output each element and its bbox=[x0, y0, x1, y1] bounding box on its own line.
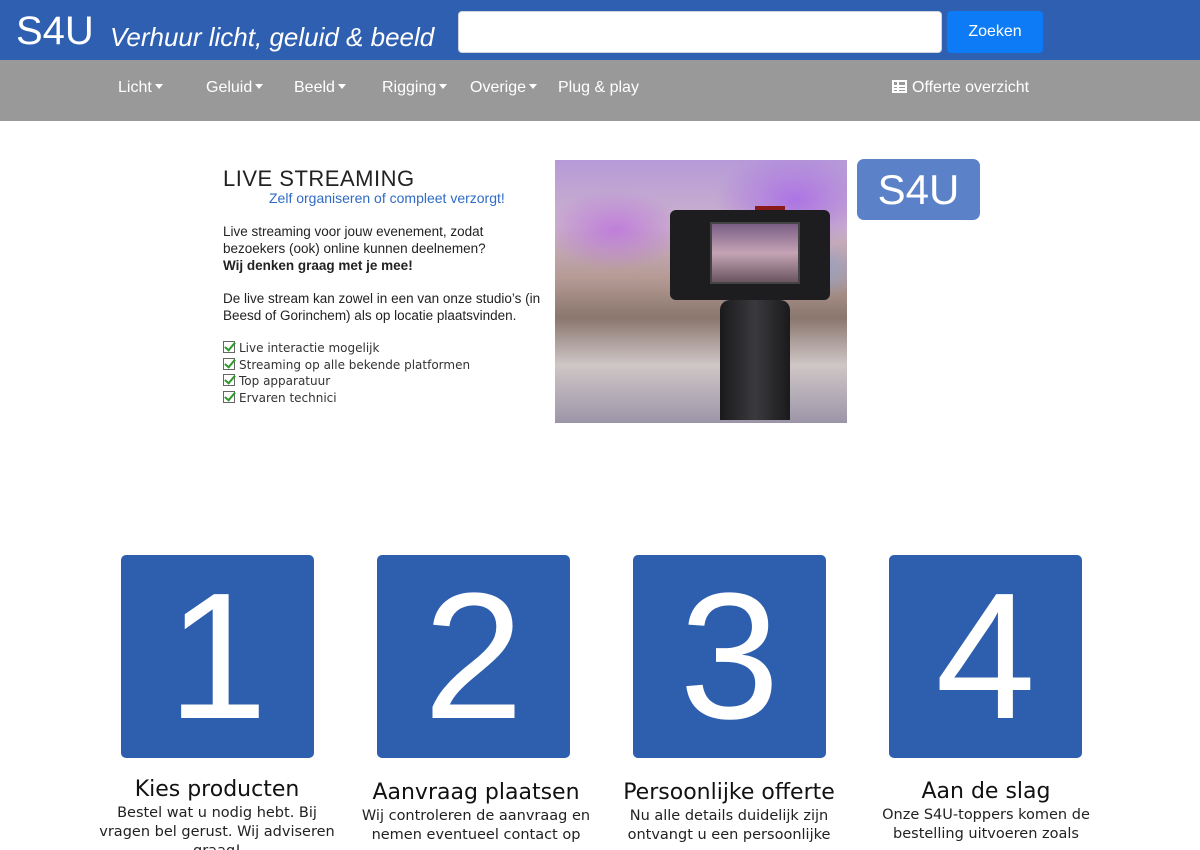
step-title-4: Aan de slag bbox=[921, 779, 1051, 804]
checkbox-checked-icon bbox=[223, 357, 235, 370]
step-desc-4: Onze S4U-toppers komen de bestelling uit… bbox=[882, 807, 1090, 842]
step-desc-3: Nu alle details duidelijk zijn ontvangt … bbox=[627, 808, 831, 843]
caret-down-icon bbox=[439, 84, 448, 89]
feature-checklist: Live interactie mogelijk Streaming op al… bbox=[223, 340, 470, 407]
caret-down-icon bbox=[154, 84, 163, 89]
list-item-label: Ervaren technici bbox=[239, 391, 337, 406]
checkbox-checked-icon bbox=[223, 374, 235, 387]
search-input[interactable] bbox=[458, 11, 942, 53]
promo-intro-text: Live streaming voor jouw evenement, zoda… bbox=[223, 224, 486, 256]
nav-item-licht[interactable]: Licht bbox=[118, 79, 163, 97]
step-number-1: 1 bbox=[121, 555, 314, 758]
nav-item-label: Plug & play bbox=[558, 79, 639, 96]
nav-item-plug-and-play[interactable]: Plug & play bbox=[558, 79, 639, 97]
step-number-4: 4 bbox=[889, 555, 1082, 758]
promo-intro: Live streaming voor jouw evenement, zoda… bbox=[223, 223, 543, 274]
camera-mount bbox=[720, 300, 790, 420]
site-tagline: Verhuur licht, geluid & beeld bbox=[110, 22, 435, 52]
main-nav: Licht Geluid Beeld Rigging Overige Plug … bbox=[0, 60, 1200, 121]
step-title-1: Kies producten bbox=[134, 777, 300, 802]
nav-item-label: Rigging bbox=[382, 79, 437, 96]
step-number-3: 3 bbox=[633, 555, 826, 758]
camera-screen bbox=[710, 222, 800, 284]
list-item: Streaming op alle bekende platformen bbox=[223, 357, 470, 374]
nav-item-geluid[interactable]: Geluid bbox=[206, 79, 264, 97]
camera-photo bbox=[555, 160, 847, 423]
site-logo[interactable]: S4U bbox=[16, 9, 94, 53]
promo-intro-strong: Wij denken graag met je mee! bbox=[223, 258, 413, 273]
list-item: Top apparatuur bbox=[223, 373, 470, 390]
list-item-label: Live interactie mogelijk bbox=[239, 341, 380, 355]
step-desc-2: Wij controleren de aanvraag en nemen eve… bbox=[361, 808, 591, 843]
list-item-label: Streaming op alle bekende platformen bbox=[239, 357, 471, 372]
step-title-3: Persoonlijke offerte bbox=[623, 780, 835, 805]
nav-item-rigging[interactable]: Rigging bbox=[382, 79, 448, 97]
top-bar: S4U Verhuur licht, geluid & beeld Zoeken bbox=[0, 0, 1200, 60]
step-desc-1: Bestel wat u nodig hebt. Bij vragen bel … bbox=[99, 805, 335, 850]
caret-down-icon bbox=[529, 84, 538, 89]
offerte-overzicht-link[interactable]: Offerte overzicht bbox=[892, 79, 1029, 97]
promo-location-text: De live stream kan zowel in een van onze… bbox=[223, 291, 541, 323]
nav-item-label: Geluid bbox=[206, 79, 253, 96]
caret-down-icon bbox=[337, 84, 346, 89]
nav-item-label: Licht bbox=[118, 79, 152, 96]
search-button[interactable]: Zoeken bbox=[947, 11, 1043, 53]
nav-item-label: Overige bbox=[470, 79, 527, 96]
checkbox-checked-icon bbox=[223, 341, 235, 353]
step-title-2: Aanvraag plaatsen bbox=[372, 780, 580, 805]
list-item: Ervaren technici bbox=[223, 390, 470, 407]
list-item: Live interactie mogelijk bbox=[223, 340, 470, 357]
caret-down-icon bbox=[255, 84, 264, 89]
step-number-2: 2 bbox=[377, 555, 570, 758]
list-item-label: Top apparatuur bbox=[239, 374, 331, 389]
promo-title: LIVE STREAMING bbox=[223, 166, 415, 191]
checkbox-checked-icon bbox=[223, 391, 235, 404]
list-icon bbox=[892, 80, 907, 93]
promo-subtitle: Zelf organiseren of compleet verzorgt! bbox=[269, 190, 505, 206]
nav-item-overige[interactable]: Overige bbox=[470, 79, 538, 97]
nav-item-beeld[interactable]: Beeld bbox=[294, 79, 346, 97]
nav-item-label: Beeld bbox=[294, 79, 335, 96]
offerte-label: Offerte overzicht bbox=[912, 79, 1030, 96]
s4u-badge: S4U bbox=[857, 159, 980, 220]
